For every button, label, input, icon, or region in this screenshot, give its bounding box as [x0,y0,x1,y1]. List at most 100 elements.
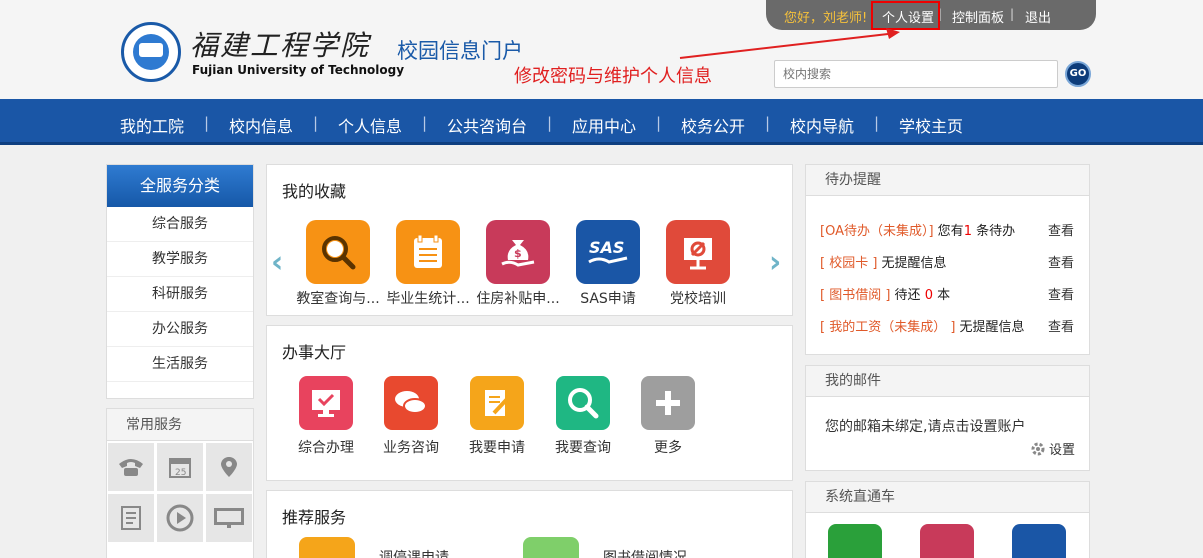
view-link[interactable]: 查看 [1048,316,1074,335]
nav-my-school[interactable]: 我的工院 [120,113,184,137]
school-seal-logo [121,22,181,82]
search-go-button[interactable]: GO [1065,61,1091,87]
hall-apply[interactable]: 我要申请 [454,376,540,457]
view-link[interactable]: 查看 [1048,252,1074,271]
todo-text: 无提醒信息 [877,256,947,271]
highlight-box [871,1,940,30]
todo-count: 0 [924,288,933,303]
category-life[interactable]: 生活服务 [107,347,253,382]
nav-school-home[interactable]: 学校主页 [899,113,963,137]
todo-count: 1 [963,224,972,239]
screen-icon[interactable] [205,493,253,543]
recommend-course-change[interactable]: 调停课申请 [379,547,449,558]
recommend-book-status[interactable]: 图书借阅情况 [603,547,687,558]
search-input[interactable] [774,60,1058,88]
todo-tag[interactable]: [ 我的工资（未集成） ] [820,320,955,335]
fav-label: 毕业生统计... [386,291,470,307]
view-link[interactable]: 查看 [1048,220,1074,239]
fav-sas-apply[interactable]: SAS SAS申请 [562,220,654,308]
category-research[interactable]: 科研服务 [107,277,253,312]
play-icon[interactable] [156,493,204,543]
hall-label: 我要查询 [555,440,611,456]
todo-text: 本 [932,288,951,303]
todo-tag[interactable]: [ 校园卡 ] [820,256,877,271]
mail-title: 我的邮件 [806,366,1089,397]
todo-row-oa: [OA待办（未集成）] 您有1 条待办 查看 [820,220,1080,239]
plus-icon [641,376,695,430]
annotation-text: 修改密码与维护个人信息 [514,66,712,87]
mail-message: 您的邮箱未绑定,请点击设置账户 [825,419,1026,435]
chevron-right-icon[interactable]: › [769,245,781,280]
money-bag-icon: $ [486,220,550,284]
nav-separator: | [656,114,662,132]
recommend-panel: 推荐服务 调停课申请 图书借阅情况 [266,490,793,558]
settings-screen-icon[interactable] [920,524,974,558]
nav-separator: | [765,114,771,132]
category-title[interactable]: 全服务分类 [107,165,253,207]
sas-icon: SAS [576,220,640,284]
category-general[interactable]: 综合服务 [107,207,253,242]
chevron-left-icon[interactable]: ‹ [271,245,283,280]
direct-panel: 系统直通车 [805,481,1090,558]
nav-separator: | [874,114,880,132]
todo-row-library: [ 图书借阅 ] 待还 0 本 查看 [820,284,1080,303]
hall-label: 综合办理 [298,440,354,456]
common-services-box: 常用服务 25 [106,408,254,558]
nav-affairs[interactable]: 校务公开 [681,113,745,137]
fav-label: 住房补贴申... [476,291,560,307]
fav-classroom-query[interactable]: 教室查询与... [292,220,384,308]
search-icon [556,376,610,430]
favorites-title: 我的收藏 [282,182,347,201]
category-teaching[interactable]: 教学服务 [107,242,253,277]
hall-general[interactable]: 综合办理 [283,376,369,457]
nav-public-help[interactable]: 公共咨询台 [447,113,527,137]
portal-title: 校园信息门户 [397,39,523,63]
todo-text: 您有 [933,224,964,239]
header: 您好，刘老师! 个人设置 | 控制面板 | 退出 福建工程学院 Fujian U… [0,0,1203,99]
todo-panel: 待办提醒 [OA待办（未集成）] 您有1 条待办 查看 [ 校园卡 ] 无提醒信… [805,164,1090,355]
location-pin-icon[interactable] [205,442,253,492]
chat-icon [384,376,438,430]
todo-tag[interactable]: [ 图书借阅 ] [820,288,890,303]
hall-more[interactable]: 更多 [625,376,711,457]
mail-panel: 我的邮件 您的邮箱未绑定,请点击设置账户 设置 [805,365,1090,471]
gear-icon [1031,442,1045,455]
hall-label: 更多 [654,440,682,456]
schedule-icon [299,537,355,558]
todo-text: 待还 [890,288,925,303]
hall-query[interactable]: 我要查询 [540,376,626,457]
fav-housing-subsidy[interactable]: $ 住房补贴申... [472,220,564,308]
nav-personal-info[interactable]: 个人信息 [338,113,402,137]
greeting: 您好，刘老师! [784,11,868,26]
control-panel-link[interactable]: 控制面板 [952,7,1004,26]
nav-campus-info[interactable]: 校内信息 [229,113,293,137]
nav-separator: | [422,114,428,132]
phone-icon[interactable] [107,442,155,492]
todo-text: 无提醒信息 [955,320,1025,335]
fav-label: 党校培训 [670,291,726,307]
fav-party-training[interactable]: 党校培训 [652,220,744,308]
nav-campus-guide[interactable]: 校内导航 [790,113,854,137]
service-hall-title: 办事大厅 [282,343,347,362]
party-icon [666,220,730,284]
nav-app-center[interactable]: 应用中心 [572,113,636,137]
chart-icon[interactable] [828,524,882,558]
edit-doc-icon [470,376,524,430]
fav-label: SAS申请 [580,291,636,307]
logout-link[interactable]: 退出 [1025,7,1051,26]
view-link[interactable]: 查看 [1048,284,1074,303]
document-icon[interactable] [107,493,155,543]
category-office[interactable]: 办公服务 [107,312,253,347]
hall-label: 我要申请 [469,440,525,456]
abacus-icon[interactable] [1012,524,1066,558]
nav-separator: | [547,114,553,132]
todo-tag[interactable]: [OA待办（未集成）] [820,224,934,239]
service-hall-panel: 办事大厅 综合办理 业务咨询 我要申请 我要查询 更多 [266,325,793,481]
hall-consult[interactable]: 业务咨询 [368,376,454,457]
service-category-box: 全服务分类 综合服务 教学服务 科研服务 办公服务 生活服务 [106,164,254,399]
fav-graduate-stats[interactable]: 毕业生统计... [382,220,474,308]
todo-text: 条待办 [971,224,1016,239]
mail-settings-button[interactable]: 设置 [1030,439,1075,458]
calendar-icon[interactable]: 25 [156,442,204,492]
todo-row-salary: [ 我的工资（未集成） ] 无提醒信息 查看 [820,316,1080,335]
